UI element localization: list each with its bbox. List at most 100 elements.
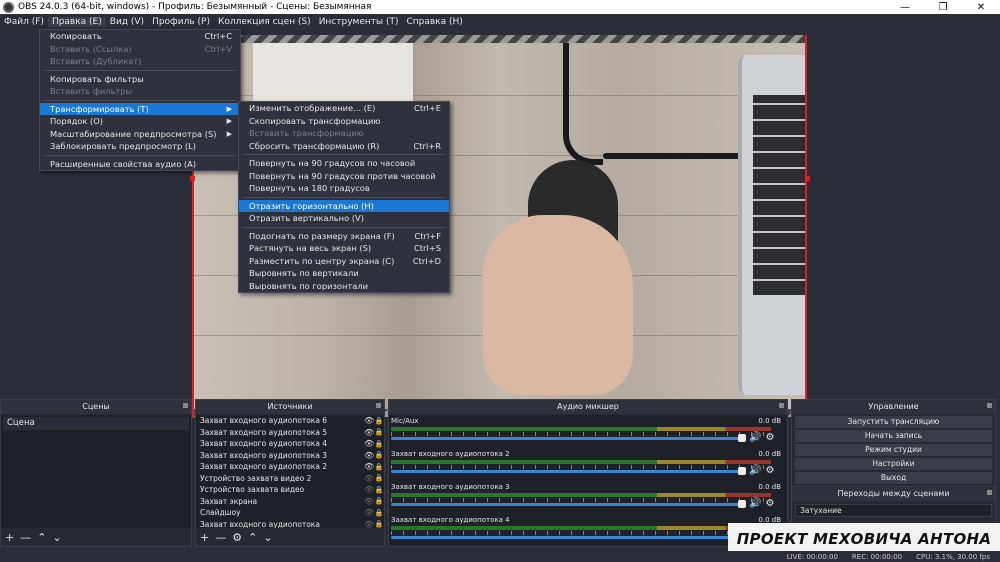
scene-item[interactable]: Сцена bbox=[3, 417, 189, 430]
gear-icon[interactable]: ⚙ bbox=[232, 531, 242, 544]
fader-knob[interactable] bbox=[738, 434, 746, 442]
menu-copy-transform[interactable]: Скопировать трансформацию bbox=[239, 115, 449, 128]
maximize-icon[interactable]: ❐ bbox=[924, 0, 962, 14]
volume-fader[interactable] bbox=[391, 470, 741, 473]
source-item[interactable]: Захват входного аудиопотока 3 👁 🔒 bbox=[196, 450, 384, 462]
menu-paste-duplicate[interactable]: Вставить (Дубликат) bbox=[40, 55, 240, 68]
eye-icon[interactable]: 👁 bbox=[364, 497, 374, 506]
menu-lock-preview[interactable]: Заблокировать предпросмотр (L) bbox=[40, 140, 240, 153]
move-up-icon[interactable]: ⌃ bbox=[248, 531, 257, 544]
source-item[interactable]: Слайдшоу 👁 🔒 bbox=[196, 507, 384, 519]
menu-edit-transform[interactable]: Изменить отображение... (E) Ctrl+E bbox=[239, 102, 449, 115]
menu-align-horizontal[interactable]: Выровнять по горизонтали bbox=[239, 280, 449, 293]
fader-knob[interactable] bbox=[738, 500, 746, 508]
menu-advanced-audio[interactable]: Расширенные свойства аудио (A) bbox=[40, 158, 240, 171]
lock-icon[interactable]: 🔒 bbox=[374, 417, 384, 425]
menu-help[interactable]: Справка (H) bbox=[402, 17, 466, 27]
menu-flip-horizontal[interactable]: Отразить горизонтально (H) bbox=[239, 199, 449, 212]
dock-float-icon[interactable] bbox=[987, 490, 992, 495]
menu-align-vertical[interactable]: Выровнять по вертикали bbox=[239, 267, 449, 280]
menu-copy[interactable]: Копировать Ctrl+C bbox=[40, 30, 240, 43]
eye-icon[interactable]: 👁 bbox=[364, 451, 374, 460]
source-item[interactable]: Захват экрана 👁 🔒 bbox=[196, 496, 384, 508]
lock-icon[interactable]: 🔒 bbox=[374, 428, 384, 436]
source-item[interactable]: Захват входного аудиопотока 👁 🔒 bbox=[196, 519, 384, 528]
close-icon[interactable]: ✕ bbox=[962, 0, 1000, 14]
gear-icon[interactable]: ⚙ bbox=[765, 465, 774, 476]
dock-float-icon[interactable] bbox=[987, 403, 992, 408]
menu-rotate-ccw[interactable]: Повернуть на 90 градусов против часовой bbox=[239, 170, 449, 183]
move-down-icon[interactable]: ⌄ bbox=[263, 531, 272, 544]
speaker-icon[interactable]: 🔊 bbox=[749, 432, 761, 443]
lock-icon[interactable]: 🔒 bbox=[374, 520, 384, 528]
source-item[interactable]: Устройство захвата видео 2 👁 🔒 bbox=[196, 473, 384, 485]
studio-mode-button[interactable]: Режим студии bbox=[795, 444, 992, 456]
eye-icon[interactable]: 👁 bbox=[364, 416, 374, 425]
eye-icon[interactable]: 👁 bbox=[364, 462, 374, 471]
menu-rotate-cw[interactable]: Повернуть на 90 градусов по часовой bbox=[239, 157, 449, 170]
menu-scene-collection[interactable]: Коллекция сцен (S) bbox=[214, 17, 315, 27]
lock-icon[interactable]: 🔒 bbox=[374, 474, 384, 482]
volume-fader[interactable] bbox=[391, 437, 741, 440]
menu-fit-screen[interactable]: Подогнать по размеру экрана (F) Ctrl+F bbox=[239, 230, 449, 243]
source-item[interactable]: Захват входного аудиопотока 5 👁 🔒 bbox=[196, 427, 384, 439]
lock-icon[interactable]: 🔒 bbox=[374, 497, 384, 505]
add-icon[interactable]: + bbox=[200, 531, 209, 544]
menu-view[interactable]: Вид (V) bbox=[106, 17, 148, 27]
menu-stretch-screen[interactable]: Растянуть на весь экран (S) Ctrl+S bbox=[239, 242, 449, 255]
gear-icon[interactable]: ⚙ bbox=[765, 432, 774, 443]
lock-icon[interactable]: 🔒 bbox=[374, 451, 384, 459]
minimize-icon[interactable]: — bbox=[886, 0, 924, 14]
menu-reset-transform[interactable]: Сбросить трансформацию (R) Ctrl+R bbox=[239, 140, 449, 153]
lock-icon[interactable]: 🔒 bbox=[374, 440, 384, 448]
menu-file[interactable]: Файл (F) bbox=[0, 17, 48, 27]
menu-preview-scaling[interactable]: Масштабирование предпросмотра (S) ▶ bbox=[40, 128, 240, 141]
menu-paste-filters[interactable]: Вставить фильтры bbox=[40, 85, 240, 98]
gear-icon[interactable]: ⚙ bbox=[765, 498, 774, 509]
transition-select[interactable]: Затухание bbox=[795, 504, 992, 517]
eye-icon[interactable]: 👁 bbox=[364, 428, 374, 437]
lock-icon[interactable]: 🔒 bbox=[374, 486, 384, 494]
start-recording-button[interactable]: Начать запись bbox=[795, 430, 992, 442]
eye-icon[interactable]: 👁 bbox=[364, 485, 374, 494]
menu-flip-vertical[interactable]: Отразить вертикально (V) bbox=[239, 212, 449, 225]
volume-fader[interactable] bbox=[391, 536, 741, 539]
speaker-icon[interactable]: 🔊 bbox=[749, 465, 761, 476]
menu-paste-transform[interactable]: Вставить трансформацию bbox=[239, 127, 449, 140]
start-streaming-button[interactable]: Запустить трансляцию bbox=[795, 416, 992, 428]
menu-order[interactable]: Порядок (O) ▶ bbox=[40, 115, 240, 128]
menu-edit[interactable]: Правка (E) bbox=[47, 16, 106, 27]
source-item[interactable]: Устройство захвата видео 👁 🔒 bbox=[196, 484, 384, 496]
add-icon[interactable]: + bbox=[5, 531, 14, 544]
menu-copy-filters[interactable]: Копировать фильтры bbox=[40, 73, 240, 86]
source-item[interactable]: Захват входного аудиопотока 6 👁 🔒 bbox=[196, 415, 384, 427]
eye-icon[interactable]: 👁 bbox=[364, 508, 374, 517]
remove-icon[interactable]: — bbox=[20, 531, 31, 544]
remove-icon[interactable]: — bbox=[215, 531, 226, 544]
eye-icon[interactable]: 👁 bbox=[364, 474, 374, 483]
resize-handle-right[interactable] bbox=[805, 176, 810, 181]
menu-rotate-180[interactable]: Повернуть на 180 градусов bbox=[239, 182, 449, 195]
lock-icon[interactable]: 🔒 bbox=[374, 509, 384, 517]
dock-float-icon[interactable] bbox=[779, 403, 784, 408]
move-down-icon[interactable]: ⌄ bbox=[52, 531, 61, 544]
dock-float-icon[interactable] bbox=[376, 403, 381, 408]
menu-transform[interactable]: Трансформировать (T) ▶ bbox=[40, 102, 240, 115]
fader-knob[interactable] bbox=[738, 467, 746, 475]
exit-button[interactable]: Выход bbox=[795, 472, 992, 484]
source-item[interactable]: Захват входного аудиопотока 2 👁 🔒 bbox=[196, 461, 384, 473]
move-up-icon[interactable]: ⌃ bbox=[37, 531, 46, 544]
menu-paste-reference[interactable]: Вставить (Ссылка) Ctrl+V bbox=[40, 43, 240, 56]
dock-float-icon[interactable] bbox=[183, 403, 188, 408]
resize-handle-left[interactable] bbox=[190, 176, 195, 181]
settings-button[interactable]: Настройки bbox=[795, 458, 992, 470]
menu-tools[interactable]: Инструменты (T) bbox=[315, 17, 403, 27]
menu-profile[interactable]: Профиль (P) bbox=[148, 17, 214, 27]
volume-fader[interactable] bbox=[391, 503, 741, 506]
source-item[interactable]: Захват входного аудиопотока 4 👁 🔒 bbox=[196, 438, 384, 450]
lock-icon[interactable]: 🔒 bbox=[374, 463, 384, 471]
eye-icon[interactable]: 👁 bbox=[364, 520, 374, 528]
speaker-icon[interactable]: 🔊 bbox=[749, 498, 761, 509]
menu-center-screen[interactable]: Разместить по центру экрана (C) Ctrl+D bbox=[239, 255, 449, 268]
eye-icon[interactable]: 👁 bbox=[364, 439, 374, 448]
